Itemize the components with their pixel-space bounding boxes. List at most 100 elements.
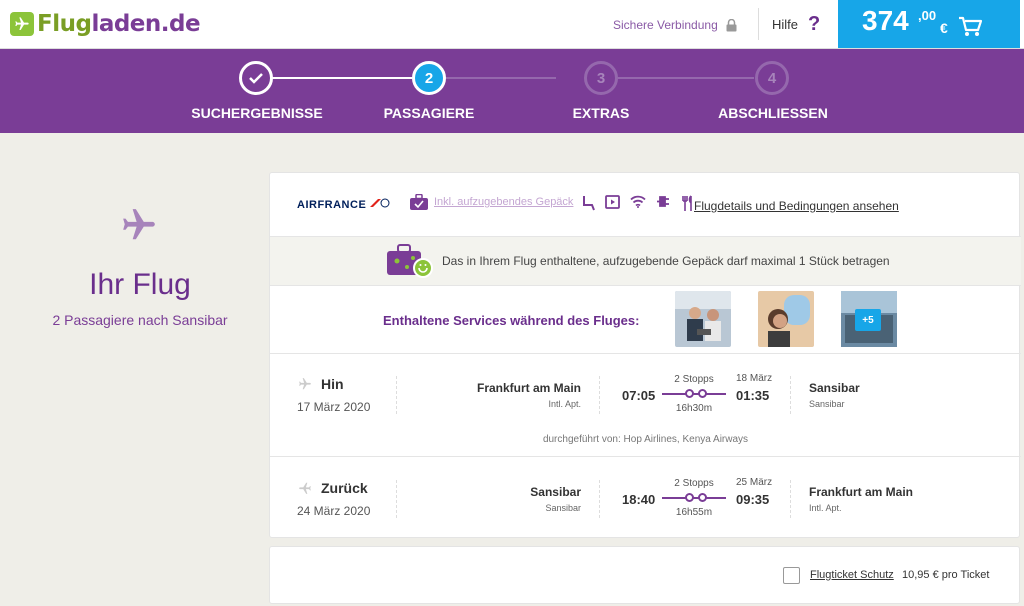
outbound-arrival-time: 01:35 (736, 388, 770, 403)
origin-airport: Intl. Apt. (548, 399, 581, 409)
airline-stripe-icon (369, 198, 390, 208)
ticket-protection-price: 10,95 € pro Ticket (902, 569, 990, 581)
wifi-icon (630, 195, 646, 208)
service-photo-passengers[interactable] (675, 291, 731, 347)
check-icon (249, 73, 263, 84)
your-flight-title: Ihr Flug (89, 268, 191, 301)
progress-line-2 (446, 77, 556, 79)
flugladen-logo[interactable]: Flugladen.de (10, 11, 201, 37)
return-segment: Zurück 24 März 2020 Sansibar Sansibar 18… (270, 458, 1021, 538)
flight-details-link[interactable]: Flugdetails und Bedingungen ansehen (694, 199, 899, 213)
entertainment-icon (605, 195, 620, 209)
outbound-departure-time: 07:05 (622, 388, 656, 403)
amenities-icons (582, 195, 693, 211)
origin-airport: Sansibar (545, 503, 581, 513)
services-title: Enthaltene Services während des Fluges: (383, 313, 640, 328)
header-divider (758, 8, 759, 40)
return-date: 24 März 2020 (297, 504, 371, 518)
meal-icon (682, 195, 692, 211)
return-origin: Sansibar Sansibar (530, 485, 581, 513)
progress-line-1 (272, 77, 412, 79)
top-header: Flugladen.de Sichere Verbindung Hilfe ? … (0, 0, 1024, 49)
return-label: Zurück (321, 480, 368, 496)
step-4-label: ABSCHLIESSEN (718, 105, 828, 121)
services-row: Enthaltene Services während des Fluges: … (270, 286, 1021, 354)
help-link[interactable]: Hilfe ? (772, 13, 821, 35)
step-1-checkmark[interactable] (239, 61, 273, 95)
return-direction: Zurück (297, 480, 368, 496)
cart-currency: € (940, 20, 948, 36)
plane-depart-icon (299, 378, 311, 390)
outbound-origin: Frankfurt am Main Intl. Apt. (477, 381, 581, 409)
baggage-included-link[interactable]: Inkl. aufzugebendes Gepäck (410, 194, 573, 210)
your-flight-subtitle: 2 Passagiere nach Sansibar (52, 312, 228, 328)
flight-card: AIRFRANCE Inkl. aufzugebendes Gepäck Flu… (269, 172, 1021, 538)
step-2-label: PASSAGIERE (383, 105, 475, 121)
ticket-protection-link[interactable]: Flugticket Schutz (810, 569, 894, 581)
outbound-stops: 2 Stopps (674, 374, 714, 385)
plane-logo-icon (10, 12, 34, 36)
airfrance-logo: AIRFRANCE (297, 198, 390, 211)
power-plug-icon (657, 196, 669, 207)
more-count: +5 (855, 309, 881, 331)
operated-by: durchgeführt von: Hop Airlines, Kenya Ai… (542, 434, 749, 445)
stop-dot (698, 493, 707, 502)
outbound-arrival-date: 18 März (736, 373, 773, 384)
return-destination: Frankfurt am Main Intl. Apt. (809, 485, 913, 513)
destination-airport: Intl. Apt. (809, 503, 842, 513)
secure-connection: Sichere Verbindung (613, 18, 737, 32)
stop-dot (685, 389, 694, 398)
separator (599, 376, 600, 414)
airplane-icon (123, 209, 155, 240)
destination-airport: Sansibar (809, 399, 845, 409)
baggage-text: Inkl. aufzugebendes Gepäck (434, 196, 574, 208)
outbound-duration: 16h30m (675, 403, 713, 414)
question-icon: ? (808, 13, 821, 35)
airline-name: AIRFRANCE (297, 199, 367, 211)
luggage-smile-icon (387, 244, 433, 278)
return-duration: 16h55m (675, 507, 713, 518)
logo-text: Flugladen.de (37, 11, 201, 37)
separator (790, 480, 791, 518)
outbound-segment: Hin 17 März 2020 Frankfurt am Main Intl.… (270, 354, 1021, 457)
service-more-photos[interactable]: +5 (841, 291, 897, 347)
outbound-date: 17 März 2020 (297, 400, 371, 414)
cart-amount: 374 (862, 5, 909, 36)
return-route-line (662, 497, 726, 499)
seat-icon (583, 196, 595, 211)
secure-label: Sichere Verbindung (613, 18, 718, 32)
luggage-info-row: Das in Ihrem Flug enthaltene, aufzugeben… (270, 237, 1021, 286)
step-3-circle: 3 (584, 61, 618, 95)
return-stops: 2 Stopps (674, 478, 714, 489)
step-2-circle: 2 (412, 61, 446, 95)
stop-dot (698, 389, 707, 398)
progress-line-3 (618, 77, 754, 79)
help-label: Hilfe (772, 16, 799, 32)
cart-cents: ,00 (918, 8, 937, 23)
service-photo-window[interactable] (758, 291, 814, 347)
origin-city: Sansibar (530, 485, 581, 499)
suitcase-icon (410, 194, 428, 210)
destination-city: Frankfurt am Main (809, 485, 914, 499)
ticket-protection-card: Flugticket Schutz 10,95 € pro Ticket (269, 546, 1020, 604)
cart-button[interactable]: 374 ,00 € (838, 0, 1020, 48)
booking-progress: 2 3 4 SUCHERGEBNISSE PASSAGIERE EXTRAS A… (0, 49, 1024, 133)
return-arrival-time: 09:35 (736, 492, 770, 507)
destination-city: Sansibar (809, 381, 860, 395)
origin-city: Frankfurt am Main (476, 381, 581, 395)
outbound-label: Hin (321, 376, 344, 392)
return-departure-time: 18:40 (622, 492, 656, 507)
separator (396, 376, 397, 414)
ticket-protection-checkbox[interactable] (783, 567, 800, 584)
plane-return-icon (299, 482, 311, 494)
step-1-label[interactable]: SUCHERGEBNISSE (157, 105, 357, 121)
luggage-note: Das in Ihrem Flug enthaltene, aufzugeben… (442, 254, 890, 268)
step-3-label: EXTRAS (572, 105, 630, 121)
separator (599, 480, 600, 518)
airline-row: AIRFRANCE Inkl. aufzugebendes Gepäck Flu… (270, 173, 1021, 237)
return-arrival-date: 25 März (736, 477, 773, 488)
outbound-route-line (662, 393, 726, 395)
outbound-destination: Sansibar Sansibar (809, 381, 860, 409)
lock-icon (726, 18, 737, 31)
separator (790, 376, 791, 414)
